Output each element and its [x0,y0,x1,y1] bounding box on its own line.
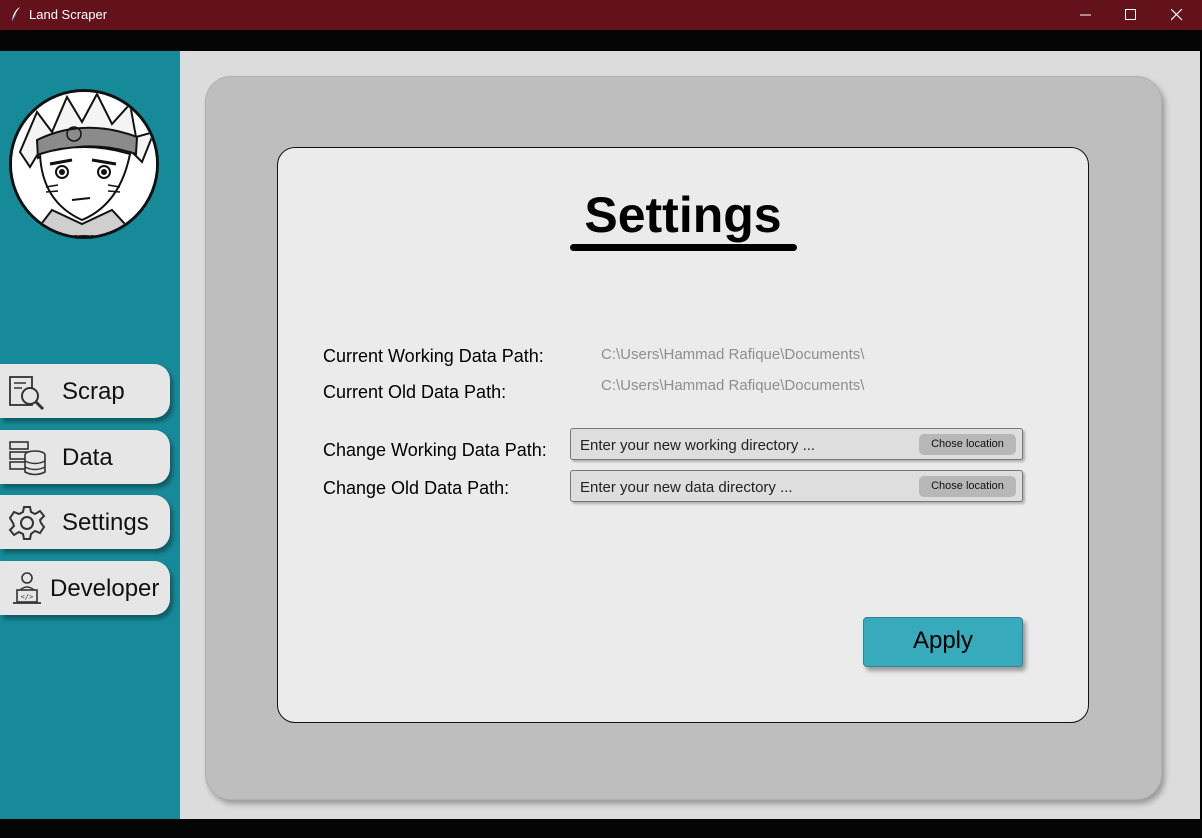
current-working-path-value: C:\Users\Hammad Rafique\Documents\ [601,346,865,363]
current-working-path-label: Current Working Data Path: [323,346,544,366]
choose-working-location-button[interactable]: Chose location [919,434,1016,455]
sidebar-item-label: Developer [50,575,160,602]
svg-text:</>: </> [21,593,34,601]
title-bar: Land Scraper [0,0,1202,30]
sidebar-item-settings[interactable]: Settings [0,495,170,549]
sidebar-item-label: Settings [62,509,149,536]
title-underline [570,244,797,251]
close-icon [1171,9,1183,21]
bottom-strip [0,819,1202,838]
sidebar: Scrap Data Settings </> Developer [0,51,180,819]
developer-icon: </> [13,572,41,604]
sidebar-item-developer[interactable]: </> Developer [0,561,170,615]
feather-icon [11,7,20,22]
sidebar-item-label: Scrap [62,378,125,405]
sidebar-item-scrap[interactable]: Scrap [0,364,170,418]
avatar-illustration [12,92,156,236]
avatar [9,89,159,239]
sidebar-item-data[interactable]: Data [0,430,170,484]
working-path-field: Chose location [570,428,1023,460]
current-old-path-label: Current Old Data Path: [323,382,507,402]
menu-strip [0,30,1202,51]
page-title: Settings [584,187,782,243]
database-icon [9,441,46,476]
old-path-input[interactable] [580,476,910,498]
minimize-button[interactable] [1063,0,1109,30]
change-working-path-label: Change Working Data Path: [323,440,547,460]
change-old-path-label: Change Old Data Path: [323,478,510,498]
choose-old-location-button[interactable]: Chose location [919,476,1016,497]
maximize-icon [1125,9,1136,20]
settings-card: Settings Current Working Data Path: C:\U… [277,147,1089,723]
current-old-path-value: C:\Users\Hammad Rafique\Documents\ [601,377,865,394]
window-title: Land Scraper [29,7,108,22]
apply-button[interactable]: Apply [863,617,1023,667]
old-path-field: Chose location [570,470,1023,502]
gear-icon [8,506,46,540]
close-button[interactable] [1154,0,1200,30]
magnifier-document-icon [9,376,45,411]
minimize-icon [1080,14,1091,16]
sidebar-item-label: Data [62,444,113,471]
maximize-button[interactable] [1108,0,1154,30]
working-path-input[interactable] [580,434,910,456]
